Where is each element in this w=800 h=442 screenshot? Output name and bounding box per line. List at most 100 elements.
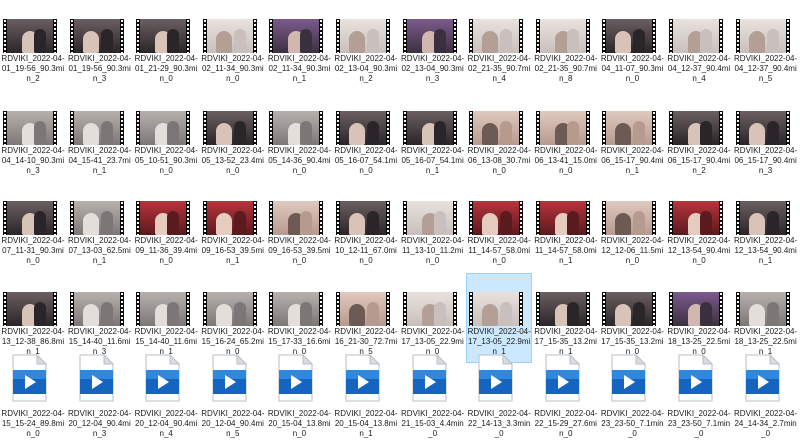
video-file-item[interactable]: RDVIKI_2022-04-04_12-37_90.4min_5: [733, 0, 799, 90]
media-file-item[interactable]: RDVIKI_2022-04-20_12-04_90.4min_5: [200, 352, 266, 442]
video-file-item[interactable]: RDVIKI_2022-04-17_15-35_13.2min_0: [599, 273, 665, 363]
film-strip-holes: [469, 19, 474, 53]
video-file-item[interactable]: RDVIKI_2022-04-18_13-25_22.5min_0: [666, 273, 732, 363]
film-strip-holes: [53, 292, 57, 326]
media-file-item[interactable]: RDVIKI_2022-04-23_23-50_7.1min_0: [666, 352, 732, 442]
file-name-label: RDVIKI_2022-04-15_15-24_89.8min_0: [1, 409, 65, 438]
video-file-item[interactable]: RDVIKI_2022-04-17_13-05_22.9min_0: [400, 273, 466, 363]
thumbnail-frame: [606, 292, 653, 326]
video-file-item[interactable]: RDVIKI_2022-04-05_13-52_23.4min_0: [200, 92, 266, 182]
media-file-item[interactable]: RDVIKI_2022-04-20_12-04_90.4min_3: [67, 352, 133, 442]
video-file-item[interactable]: RDVIKI_2022-04-15_16-24_65.2min_0: [200, 273, 266, 363]
video-file-item[interactable]: RDVIKI_2022-04-06_13-08_30.7min_0: [466, 92, 532, 182]
video-file-item[interactable]: RDVIKI_2022-04-02_13-04_90.3min_2: [333, 0, 399, 90]
media-file-item[interactable]: RDVIKI_2022-04-20_15-04_13.8min_0: [266, 352, 332, 442]
media-file-item[interactable]: RDVIKI_2022-04-15_15-24_89.8min_0: [0, 352, 66, 442]
film-strip-holes: [402, 19, 407, 53]
video-file-item[interactable]: RDVIKI_2022-04-02_13-04_90.3min_3: [400, 0, 466, 90]
video-file-item[interactable]: RDVIKI_2022-04-01_19-56_90.3min_2: [0, 0, 66, 90]
video-file-item[interactable]: RDVIKI_2022-04-02_21-35_90.7min_4: [466, 0, 532, 90]
video-file-item[interactable]: RDVIKI_2022-04-04_14-10_90.3min_3: [0, 92, 66, 182]
file-name-label: RDVIKI_2022-04-20_15-04_13.8min_1: [334, 409, 398, 438]
thumbnail-figure: [700, 302, 712, 326]
video-file-item[interactable]: RDVIKI_2022-04-11_13-10_11.2min_0: [400, 182, 466, 272]
media-file-item[interactable]: RDVIKI_2022-04-22_14-13_3.3min_0: [466, 352, 532, 442]
film-strip-holes: [69, 111, 74, 145]
media-file-item[interactable]: RDVIKI_2022-04-24_14-34_2.7min_0: [733, 352, 799, 442]
video-file-item[interactable]: RDVIKI_2022-04-16_21-30_72.7min_5: [333, 273, 399, 363]
thumbnail-figure: [500, 302, 513, 326]
video-file-item[interactable]: RDVIKI_2022-04-11_14-57_58.0min_1: [533, 182, 599, 272]
video-file-item[interactable]: RDVIKI_2022-04-02_11-34_90.3min_0: [200, 0, 266, 90]
thumbnail-figure: [100, 211, 113, 235]
video-file-item[interactable]: RDVIKI_2022-04-09_16-53_39.5min_0: [266, 182, 332, 272]
media-file-item[interactable]: RDVIKI_2022-04-21_15-03_4.4min_0: [400, 352, 466, 442]
video-file-item[interactable]: RDVIKI_2022-04-13_12-38_86.8min_1: [0, 273, 66, 363]
video-file-item[interactable]: RDVIKI_2022-04-06_15-17_90.4min_2: [666, 92, 732, 182]
thumbnail-frame: [340, 19, 386, 53]
video-file-item[interactable]: RDVIKI_2022-04-15_17-33_16.6min_0: [266, 273, 332, 363]
video-file-item[interactable]: RDVIKI_2022-04-12_13-54_90.4min_1: [733, 182, 799, 272]
media-file-item[interactable]: RDVIKI_2022-04-20_15-04_13.8min_1: [333, 352, 399, 442]
thumbnail-frame: [406, 19, 453, 53]
video-file-item[interactable]: RDVIKI_2022-04-07_13-03_62.5min_1: [67, 182, 133, 272]
thumbnail-figure: [615, 304, 632, 326]
video-file-item[interactable]: RDVIKI_2022-04-11_14-57_58.0min_0: [466, 182, 532, 272]
film-strip-holes: [652, 201, 657, 235]
file-name-label: RDVIKI_2022-04-02_21-35_90.7min_8: [534, 54, 598, 83]
file-name-label: RDVIKI_2022-04-23_23-50_7.1min_0: [667, 409, 731, 438]
media-file-item[interactable]: RDVIKI_2022-04-22_15-29_27.6min_0: [533, 352, 599, 442]
video-file-item[interactable]: RDVIKI_2022-04-12_12-06_11.5min_0: [599, 182, 665, 272]
film-strip-holes: [602, 111, 607, 145]
media-file-item[interactable]: RDVIKI_2022-04-20_12-04_90.4min_4: [133, 352, 199, 442]
thumbnail-figure: [633, 121, 646, 145]
film-strip-holes: [785, 292, 790, 326]
video-file-item[interactable]: RDVIKI_2022-04-15_14-40_11.6min_1: [133, 273, 199, 363]
film-strip-holes: [336, 201, 340, 235]
thumbnail-figure: [433, 29, 446, 53]
thumbnail-figure: [748, 304, 765, 326]
thumbnail-figure: [215, 213, 232, 235]
film-strip-holes: [535, 19, 540, 53]
video-file-item[interactable]: RDVIKI_2022-04-05_16-07_54.1min_1: [400, 92, 466, 182]
video-file-item[interactable]: RDVIKI_2022-04-06_15-17_90.4min_1: [599, 92, 665, 182]
video-file-item[interactable]: RDVIKI_2022-04-15_14-40_11.6min_3: [67, 273, 133, 363]
file-grid: RDVIKI_2022-04-01_19-56_90.3min_2 RDVIKI_…: [0, 0, 800, 442]
video-file-item[interactable]: RDVIKI_2022-04-05_14-36_90.4min_0: [266, 92, 332, 182]
film-strip-holes: [202, 201, 207, 235]
video-file-item[interactable]: RDVIKI_2022-04-01_19-56_90.3min_3: [67, 0, 133, 90]
video-file-item[interactable]: RDVIKI_2022-04-17_13-05_22.9min_1: [466, 273, 533, 363]
film-strip-holes: [669, 292, 673, 326]
film-strip-holes: [585, 292, 590, 326]
video-thumbnail: [602, 111, 657, 145]
video-file-item[interactable]: RDVIKI_2022-04-02_11-34_90.3min_1: [266, 0, 332, 90]
video-file-item[interactable]: RDVIKI_2022-04-04_11-07_90.3min_0: [599, 0, 665, 90]
thumbnail-figure: [300, 121, 313, 145]
film-strip-holes: [735, 201, 740, 235]
video-file-item[interactable]: RDVIKI_2022-04-05_10-51_90.3min_0: [133, 92, 199, 182]
file-name-label: RDVIKI_2022-04-06_15-17_90.4min_1: [600, 146, 664, 175]
file-name-label: RDVIKI_2022-04-20_12-04_90.4min_5: [201, 409, 265, 438]
video-file-item[interactable]: RDVIKI_2022-04-12_13-54_90.4min_0: [666, 182, 732, 272]
video-file-item[interactable]: RDVIKI_2022-04-06_13-41_15.0min_0: [533, 92, 599, 182]
video-thumbnail: [269, 111, 324, 145]
media-file-item[interactable]: RDVIKI_2022-04-23_23-50_7.1min_0: [599, 352, 665, 442]
video-file-item[interactable]: RDVIKI_2022-04-18_13-25_22.5min_1: [733, 273, 799, 363]
video-file-item[interactable]: RDVIKI_2022-04-07_11-31_90.3min_0: [0, 182, 66, 272]
video-file-item[interactable]: RDVIKI_2022-04-04_15-41_23.7min_1: [67, 92, 133, 182]
video-file-item[interactable]: RDVIKI_2022-04-06_15-17_90.4min_3: [733, 92, 799, 182]
file-name-label: RDVIKI_2022-04-02_21-35_90.7min_4: [467, 54, 531, 83]
video-file-item[interactable]: RDVIKI_2022-04-04_12-37_90.4min_4: [666, 0, 732, 90]
video-file-item[interactable]: RDVIKI_2022-04-01_21-29_90.3min_0: [133, 0, 199, 90]
video-file-item[interactable]: RDVIKI_2022-04-05_16-07_54.1min_0: [333, 92, 399, 182]
video-file-item[interactable]: RDVIKI_2022-04-02_21-35_90.7min_8: [533, 0, 599, 90]
video-file-item[interactable]: RDVIKI_2022-04-10_12-11_67.0min_0: [333, 182, 399, 272]
thumbnail-frame: [273, 19, 320, 53]
film-strip-holes: [452, 201, 457, 235]
file-name-label: RDVIKI_2022-04-20_12-04_90.4min_3: [68, 409, 132, 438]
video-file-item[interactable]: RDVIKI_2022-04-17_15-35_13.2min_1: [533, 273, 599, 363]
thumbnail-figure: [34, 29, 46, 53]
thumbnail-figure: [349, 123, 365, 145]
video-file-item[interactable]: RDVIKI_2022-04-09_16-53_39.5min_1: [200, 182, 266, 272]
video-file-item[interactable]: RDVIKI_2022-04-09_11-36_39.4min_0: [133, 182, 199, 272]
